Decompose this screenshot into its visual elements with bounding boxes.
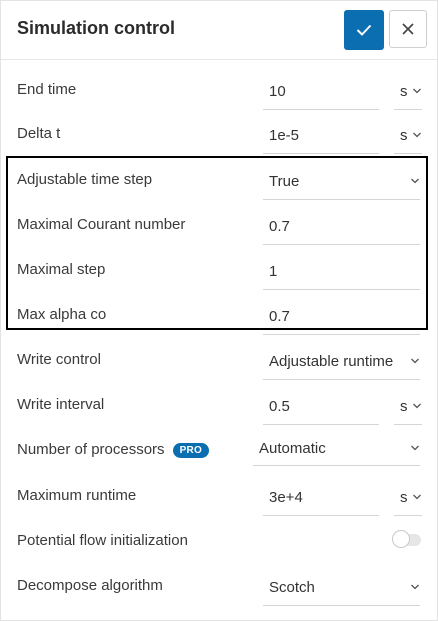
delta-t-input[interactable]: 1e-5 [263,117,379,154]
decompose-algorithm-label: Decompose algorithm [17,577,163,594]
delta-t-unit-select[interactable]: s [394,117,422,154]
end-time-label: End time [17,81,77,98]
chevron-down-icon [413,132,421,138]
panel-header: Simulation control [1,1,437,60]
write-interval-value: 0.5 [269,398,290,415]
row-potential-flow: Potential flow initialization [1,518,437,563]
close-button[interactable] [389,10,427,48]
num-processors-select[interactable]: Automatic [253,431,420,466]
row-write-control: Write control Adjustable runtime [1,337,437,382]
write-interval-label: Write interval [17,396,105,413]
row-delta-t: Delta t 1e-5 s [1,111,437,156]
potential-flow-toggle[interactable] [392,530,421,548]
num-processors-label: Number of processors PRO [17,441,210,458]
page-title: Simulation control [17,18,176,38]
num-processors-value: Automatic [259,440,326,457]
chevron-down-icon [411,358,419,364]
row-decompose-algorithm: Decompose algorithm Scotch [1,563,437,608]
max-runtime-input[interactable]: 3e+4 [263,479,379,516]
write-control-value: Adjustable runtime [269,353,394,370]
end-time-unit-select[interactable]: s [394,73,422,110]
max-runtime-unit: s [400,489,408,506]
pro-badge: PRO [172,443,210,458]
confirm-button[interactable] [344,10,384,50]
row-max-runtime: Maximum runtime 3e+4 s [1,473,437,518]
highlight-box [6,156,428,330]
max-runtime-label: Maximum runtime [17,487,137,504]
end-time-unit: s [400,83,408,100]
delta-t-label: Delta t [17,125,61,142]
simulation-control-panel: Simulation control End time 10 s Delta t… [0,0,438,621]
write-interval-input[interactable]: 0.5 [263,388,379,425]
chevron-down-icon [411,445,419,451]
num-processors-text: Number of processors [17,441,165,458]
end-time-value: 10 [269,83,286,100]
decompose-algorithm-select[interactable]: Scotch [263,569,420,606]
write-interval-unit-select[interactable]: s [394,388,422,425]
max-runtime-value: 3e+4 [269,489,303,506]
write-control-select[interactable]: Adjustable runtime [263,343,420,380]
end-time-input[interactable]: 10 [263,73,379,110]
chevron-down-icon [413,403,421,409]
write-interval-unit: s [400,398,408,415]
checkmark-icon [356,24,372,36]
row-num-processors: Number of processors PRO Automatic [1,427,437,472]
delta-t-unit: s [400,127,408,144]
close-icon [402,23,414,35]
write-control-label: Write control [17,351,101,368]
chevron-down-icon [413,494,421,500]
max-runtime-unit-select[interactable]: s [394,479,422,516]
toggle-knob [392,530,410,548]
row-end-time: End time 10 s [1,67,437,112]
delta-t-value: 1e-5 [269,127,300,144]
chevron-down-icon [411,584,419,590]
potential-flow-label: Potential flow initialization [17,532,188,549]
chevron-down-icon [413,88,421,94]
row-write-interval: Write interval 0.5 s [1,382,437,427]
decompose-algorithm-value: Scotch [269,579,315,596]
